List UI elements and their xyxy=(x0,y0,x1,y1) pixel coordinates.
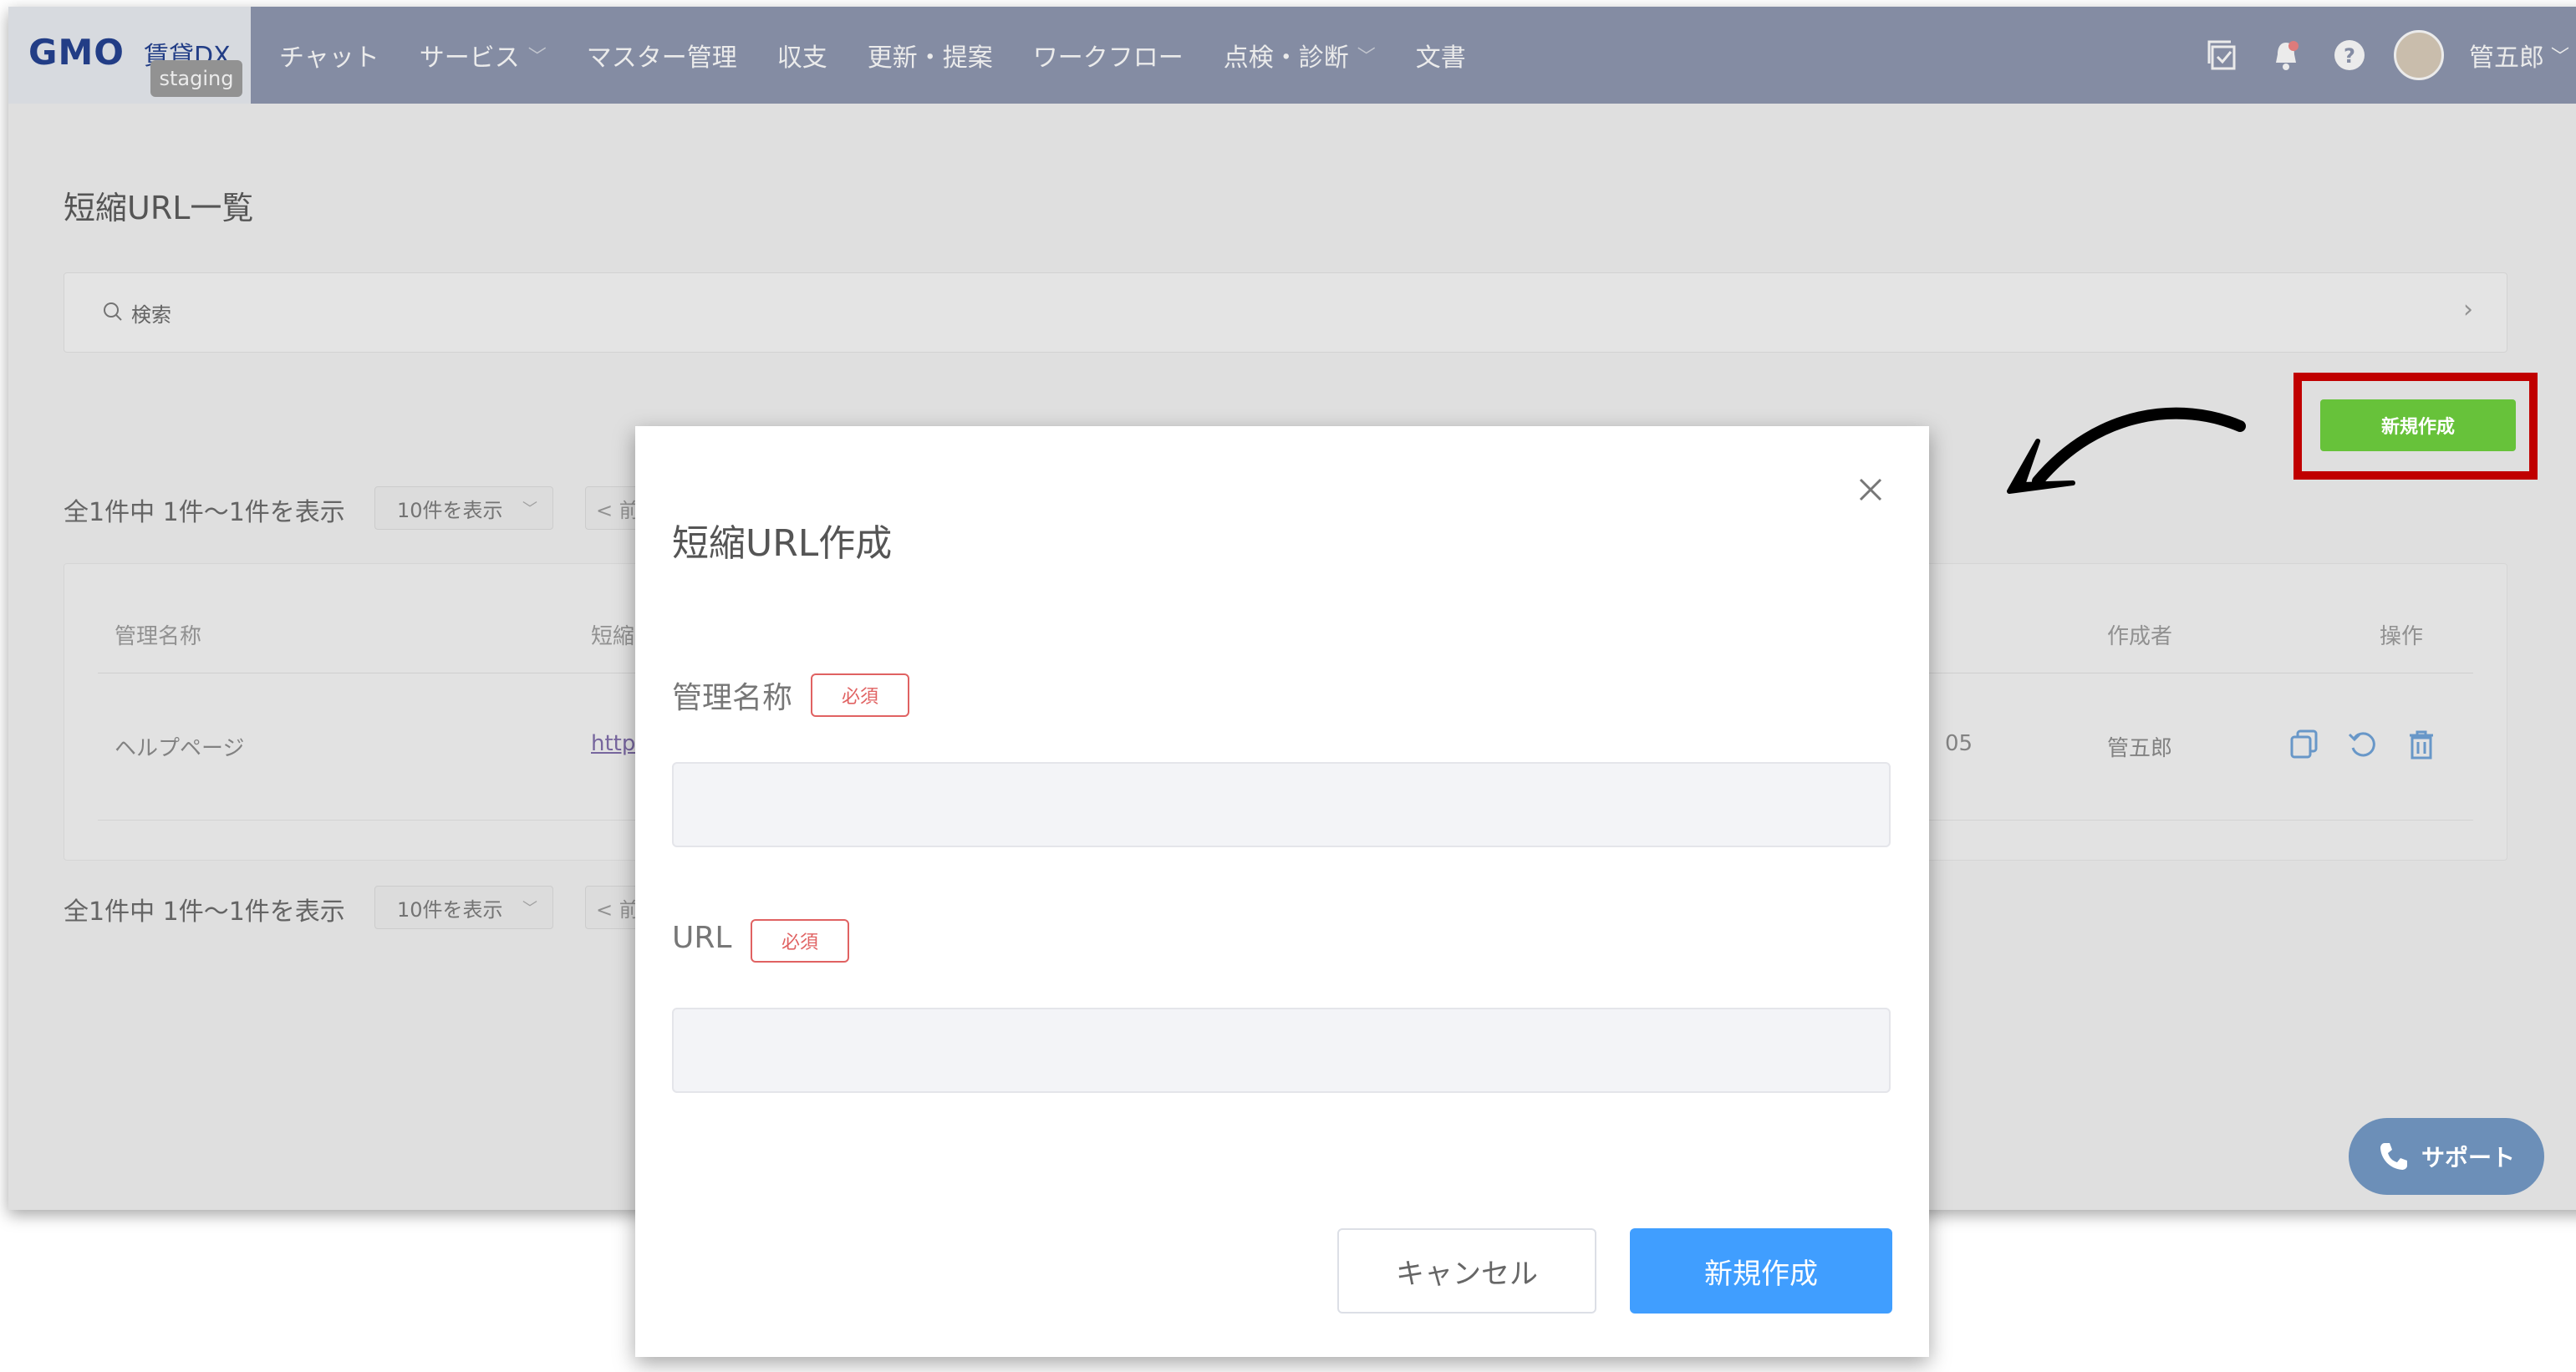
modal-title: 短縮URL作成 xyxy=(672,522,893,565)
create-short-url-modal: 短縮URL作成 管理名称 必須 URL 必須 キャンセル 新規作成 xyxy=(635,426,1929,1357)
name-input[interactable] xyxy=(672,762,1891,847)
cancel-button[interactable]: キャンセル xyxy=(1337,1228,1596,1314)
required-badge: 必須 xyxy=(751,919,849,963)
close-icon[interactable] xyxy=(1854,473,1887,506)
required-badge: 必須 xyxy=(811,673,909,717)
field-label-url: URL xyxy=(672,921,732,955)
annotation-arrow-icon xyxy=(2007,407,2246,494)
support-label: サポート xyxy=(2421,1144,2515,1171)
support-button[interactable]: サポート xyxy=(2349,1118,2544,1195)
field-label-name: 管理名称 xyxy=(672,681,793,715)
submit-create-button[interactable]: 新規作成 xyxy=(1630,1228,1892,1314)
highlight-box xyxy=(2293,373,2538,480)
url-input[interactable] xyxy=(672,1008,1891,1093)
phone-icon xyxy=(2380,1143,2407,1170)
